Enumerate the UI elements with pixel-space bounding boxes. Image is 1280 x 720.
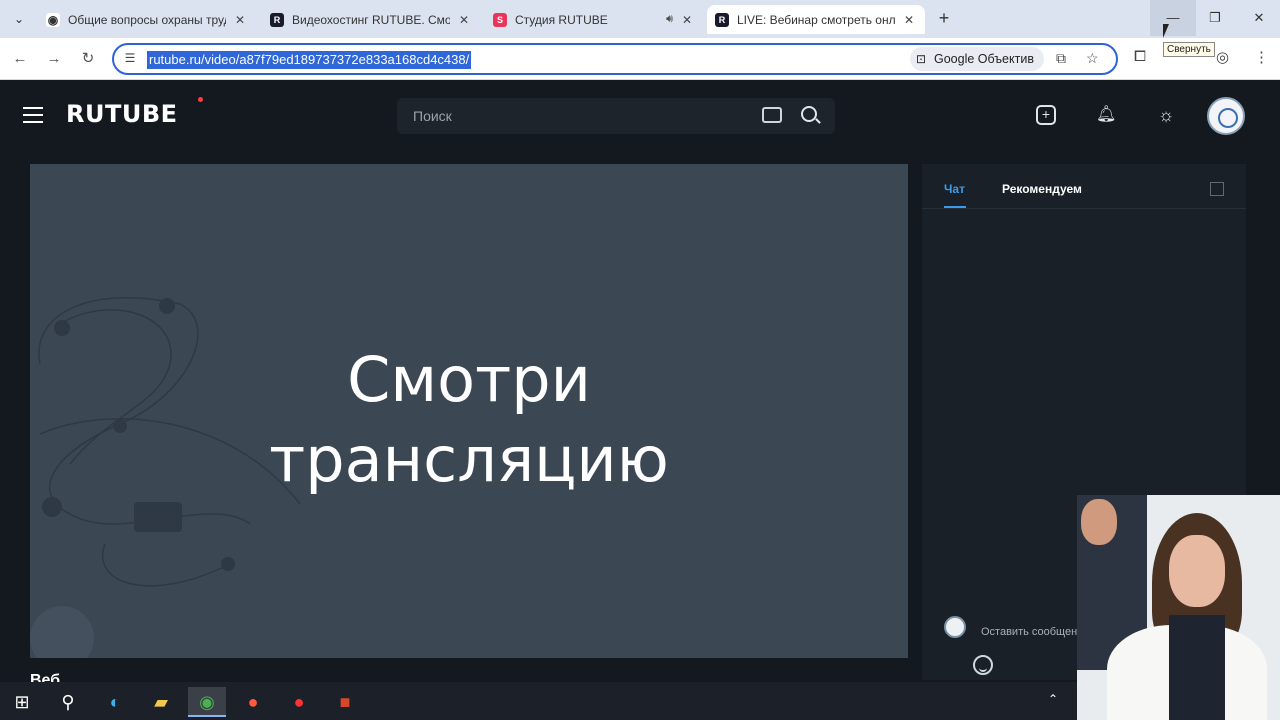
yandex-icon[interactable]: ● — [280, 687, 318, 717]
site-info-icon[interactable]: ☰ — [122, 51, 138, 67]
bell-icon[interactable]: 🔔︎ — [1096, 105, 1116, 125]
title-line-2: трансляцию — [269, 423, 669, 496]
install-app-icon[interactable]: ⧉ — [1056, 50, 1066, 67]
tab-close-icon[interactable]: ✕ — [901, 13, 917, 27]
back-button[interactable]: ← — [8, 47, 32, 71]
tray-chevron-icon[interactable]: ⌃ — [1048, 692, 1058, 706]
speaker-icon[interactable]: 🔊︎ — [666, 13, 673, 26]
browser-tab-1[interactable]: ◉ Общие вопросы охраны труда ✕ — [38, 5, 256, 34]
tab-title: Студия RUTUBE — [515, 12, 608, 27]
powerpoint-icon[interactable]: ■ — [326, 687, 364, 717]
forward-button[interactable]: → — [42, 47, 66, 71]
chat-user-avatar — [944, 616, 966, 638]
hamburger-menu-icon[interactable] — [23, 107, 43, 123]
theme-toggle-icon[interactable]: ☼ — [1156, 105, 1176, 125]
chat-message-input[interactable]: Оставить сообщен — [981, 626, 1077, 638]
minimize-tooltip: Свернуть — [1163, 42, 1215, 57]
rutube-studio-favicon-icon: S — [493, 12, 507, 27]
title-line-1: Смотри — [347, 343, 591, 416]
windows-start-icon[interactable]: ⊞ — [3, 687, 41, 717]
popout-icon[interactable] — [1210, 182, 1224, 196]
logo-dot — [198, 97, 203, 102]
tab-search-button[interactable]: ⌄ — [8, 8, 30, 30]
browser-toolbar: ← → ↻ ☰ rutube.ru/video/a87f79ed18973737… — [0, 38, 1280, 80]
browser-tab-2[interactable]: R Видеохостинг RUTUBE. Смотри ✕ — [262, 5, 480, 34]
extensions-icon[interactable]: ⧠ — [1134, 48, 1146, 65]
browser-tab-active[interactable]: R LIVE: Вебинар смотреть онлайн ✕ — [707, 5, 925, 34]
browser-tab-3[interactable]: S Студия RUTUBE 🔊︎ ✕ — [485, 5, 703, 34]
browser-menu-icon[interactable]: ⋮ — [1254, 48, 1269, 66]
webcam-person-face — [1169, 535, 1225, 607]
file-explorer-icon[interactable]: ▰ — [142, 687, 180, 717]
lens-label: Google Объектив — [934, 52, 1034, 66]
browser-tab-strip: ⌄ ◉ Общие вопросы охраны труда ✕ R Видео… — [0, 0, 1280, 38]
bookmark-star-icon[interactable]: ☆ — [1086, 50, 1099, 67]
add-video-icon[interactable]: + — [1036, 105, 1056, 125]
rutube-favicon-icon: R — [270, 12, 284, 27]
chrome-icon[interactable]: ◉ — [188, 687, 226, 717]
avatar[interactable] — [1207, 97, 1245, 135]
emoji-icon[interactable] — [973, 655, 993, 675]
search-input[interactable]: Поиск — [413, 108, 452, 124]
search-icon[interactable] — [801, 106, 817, 122]
search-bar[interactable]: Поиск — [397, 98, 835, 134]
tab-title: Видеохостинг RUTUBE. Смотри — [292, 12, 450, 27]
player-placeholder-title: Смотри трансляцию — [30, 340, 908, 500]
new-tab-button[interactable]: + — [934, 8, 954, 28]
keyboard-icon[interactable] — [762, 107, 782, 123]
url-text[interactable]: rutube.ru/video/a87f79ed189737372e833a16… — [147, 51, 472, 69]
tab-title: LIVE: Вебинар смотреть онлайн — [737, 12, 895, 27]
site-header: RUTUBE Поиск + 🔔︎ ☼ — [0, 81, 1280, 149]
webcam-overlay — [1077, 495, 1280, 720]
yandex-browser-icon[interactable]: ● — [234, 687, 272, 717]
close-window-button[interactable]: ✕ — [1236, 0, 1280, 36]
reload-button[interactable]: ↻ — [76, 47, 100, 71]
tab-title: Общие вопросы охраны труда — [68, 12, 226, 27]
video-player[interactable]: Смотри трансляцию — [30, 164, 908, 658]
rutube-logo[interactable]: RUTUBE — [66, 100, 178, 128]
tab-close-icon[interactable]: ✕ — [456, 13, 472, 27]
divider — [922, 208, 1246, 209]
search-icon[interactable]: ⚲ — [49, 687, 87, 717]
eye-icon: ◉ — [46, 12, 60, 27]
google-lens-button[interactable]: ⊡ Google Объектив — [910, 47, 1044, 71]
mouse-cursor-icon — [1163, 24, 1175, 38]
profile-icon[interactable]: ◎ — [1216, 48, 1229, 66]
tab-recommended[interactable]: Рекомендуем — [1002, 182, 1082, 196]
lens-icon: ⊡ — [916, 52, 927, 66]
rutube-favicon-icon: R — [715, 12, 729, 27]
tab-close-icon[interactable]: ✕ — [232, 13, 248, 27]
tab-chat[interactable]: Чат — [944, 182, 965, 196]
edge-icon[interactable]: ◐ — [96, 687, 134, 717]
webcam-person-shirt — [1169, 615, 1225, 720]
tab-close-icon[interactable]: ✕ — [679, 13, 695, 27]
address-bar[interactable]: ☰ rutube.ru/video/a87f79ed189737372e833a… — [112, 43, 1118, 75]
restore-button[interactable]: ❐ — [1192, 0, 1238, 36]
